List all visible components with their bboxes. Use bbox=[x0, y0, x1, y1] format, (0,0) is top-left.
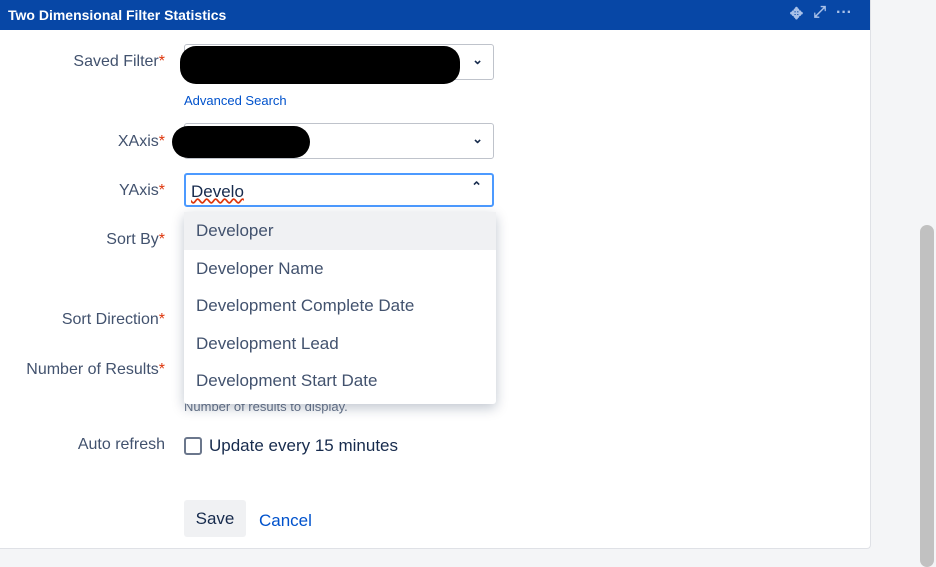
auto-refresh-checkbox-label[interactable]: Update every 15 minutes bbox=[209, 436, 398, 456]
cancel-link[interactable]: Cancel bbox=[259, 511, 312, 531]
dropdown-option[interactable]: Development Lead bbox=[184, 325, 496, 363]
yaxis-dropdown-menu: Developer Developer Name Development Com… bbox=[184, 212, 496, 404]
number-of-results-label: Number of Results* bbox=[26, 361, 165, 378]
sort-by-label: Sort By* bbox=[106, 231, 165, 248]
yaxis-input[interactable]: Develo ⌃ bbox=[184, 173, 494, 207]
advanced-search-link[interactable]: Advanced Search bbox=[184, 93, 287, 108]
expand-icon[interactable]: ⤢ bbox=[813, 4, 826, 24]
yaxis-value: Develo bbox=[191, 182, 244, 201]
chevron-down-icon: ⌄ bbox=[472, 131, 483, 146]
sort-direction-label: Sort Direction* bbox=[61, 311, 165, 328]
chevron-up-icon: ⌃ bbox=[471, 179, 482, 194]
gadget-title: Two Dimensional Filter Statistics bbox=[8, 7, 227, 23]
dropdown-option[interactable]: Developer Name bbox=[184, 250, 496, 288]
save-button[interactable]: Save bbox=[184, 500, 246, 537]
chevron-down-icon: ⌄ bbox=[472, 52, 483, 67]
auto-refresh-label: Auto refresh bbox=[77, 436, 165, 453]
redacted-value bbox=[180, 46, 460, 84]
scrollbar-thumb[interactable] bbox=[920, 225, 934, 567]
more-icon[interactable]: ··· bbox=[836, 4, 852, 24]
dropdown-option[interactable]: Development Start Date bbox=[184, 362, 496, 400]
dropdown-option[interactable]: Development Complete Date bbox=[184, 287, 496, 325]
gadget-header: Two Dimensional Filter Statistics ✥ ⤢ ··… bbox=[0, 0, 870, 30]
saved-filter-label: Saved Filter* bbox=[73, 53, 165, 70]
dropdown-option[interactable]: Developer bbox=[184, 212, 496, 250]
yaxis-label: YAxis* bbox=[119, 182, 165, 199]
move-icon[interactable]: ✥ bbox=[790, 4, 803, 24]
auto-refresh-checkbox[interactable] bbox=[184, 437, 202, 455]
xaxis-label: XAxis* bbox=[117, 133, 165, 150]
redacted-value bbox=[172, 126, 310, 158]
